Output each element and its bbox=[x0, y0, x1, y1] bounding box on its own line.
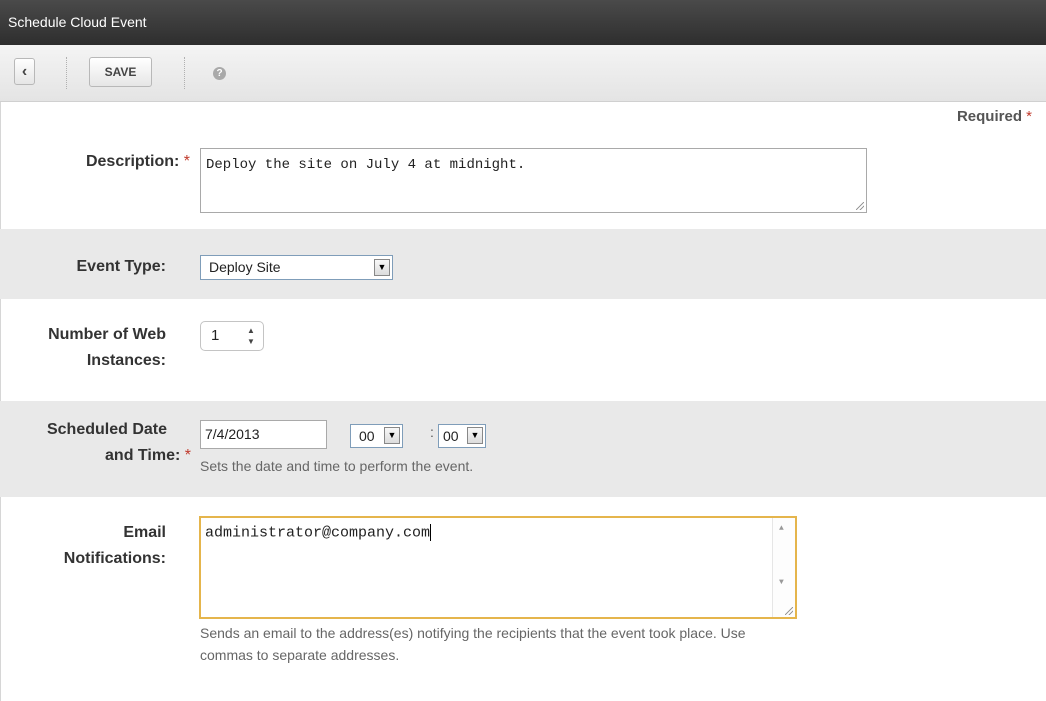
stepper-arrows-icon[interactable]: ▲ ▼ bbox=[246, 325, 256, 347]
required-note: Required * bbox=[956, 108, 1032, 125]
window-title: Schedule Cloud Event bbox=[0, 0, 1046, 45]
time-separator: : bbox=[430, 424, 434, 440]
chevron-left-icon: ‹ bbox=[21, 63, 28, 80]
help-icon[interactable]: ? bbox=[213, 67, 226, 80]
back-button[interactable]: ‹ bbox=[14, 58, 35, 85]
resize-handle[interactable] bbox=[856, 202, 864, 210]
dropdown-arrow-icon: ▼ bbox=[467, 427, 483, 444]
scheduled-label: Scheduled Date and Time: * bbox=[46, 421, 191, 464]
hour-select[interactable]: 00 ▼ bbox=[350, 424, 403, 448]
minute-select[interactable]: 00 ▼ bbox=[438, 424, 486, 448]
email-label: Email Notifications: bbox=[63, 524, 166, 567]
event-type-select[interactable]: Deploy Site ▼ bbox=[200, 255, 393, 280]
text-cursor bbox=[430, 524, 432, 541]
description-label: Description: * bbox=[85, 153, 190, 170]
required-marker: * bbox=[183, 153, 190, 170]
date-input[interactable]: 7/4/2013 bbox=[200, 420, 327, 449]
web-instances-stepper[interactable]: 1 ▲ ▼ bbox=[200, 321, 264, 351]
required-marker: * bbox=[184, 447, 191, 464]
event-type-label: Event Type: bbox=[76, 258, 167, 275]
scheduled-help-text: Sets the date and time to perform the ev… bbox=[200, 458, 474, 474]
web-instances-label: Number of Web Instances: bbox=[48, 326, 166, 369]
scroll-down-icon[interactable]: ▼ bbox=[779, 578, 784, 587]
toolbar-separator bbox=[66, 57, 67, 89]
scroll-up-icon[interactable]: ▲ bbox=[779, 524, 784, 533]
resize-handle[interactable] bbox=[785, 607, 793, 615]
required-marker: * bbox=[1026, 108, 1032, 125]
textarea-scrollbar[interactable]: ▲ ▼ bbox=[772, 518, 795, 617]
dropdown-arrow-icon: ▼ bbox=[384, 427, 400, 444]
email-textarea[interactable]: administrator@company.com ▲ ▼ bbox=[199, 516, 797, 619]
save-button[interactable]: SAVE bbox=[89, 57, 152, 87]
toolbar: ‹ SAVE ? bbox=[0, 45, 1046, 102]
email-help-text: Sends an email to the address(es) notify… bbox=[200, 625, 746, 663]
dropdown-arrow-icon: ▼ bbox=[374, 259, 390, 276]
toolbar-separator bbox=[184, 57, 185, 89]
description-textarea[interactable]: Deploy the site on July 4 at midnight. bbox=[200, 148, 867, 213]
